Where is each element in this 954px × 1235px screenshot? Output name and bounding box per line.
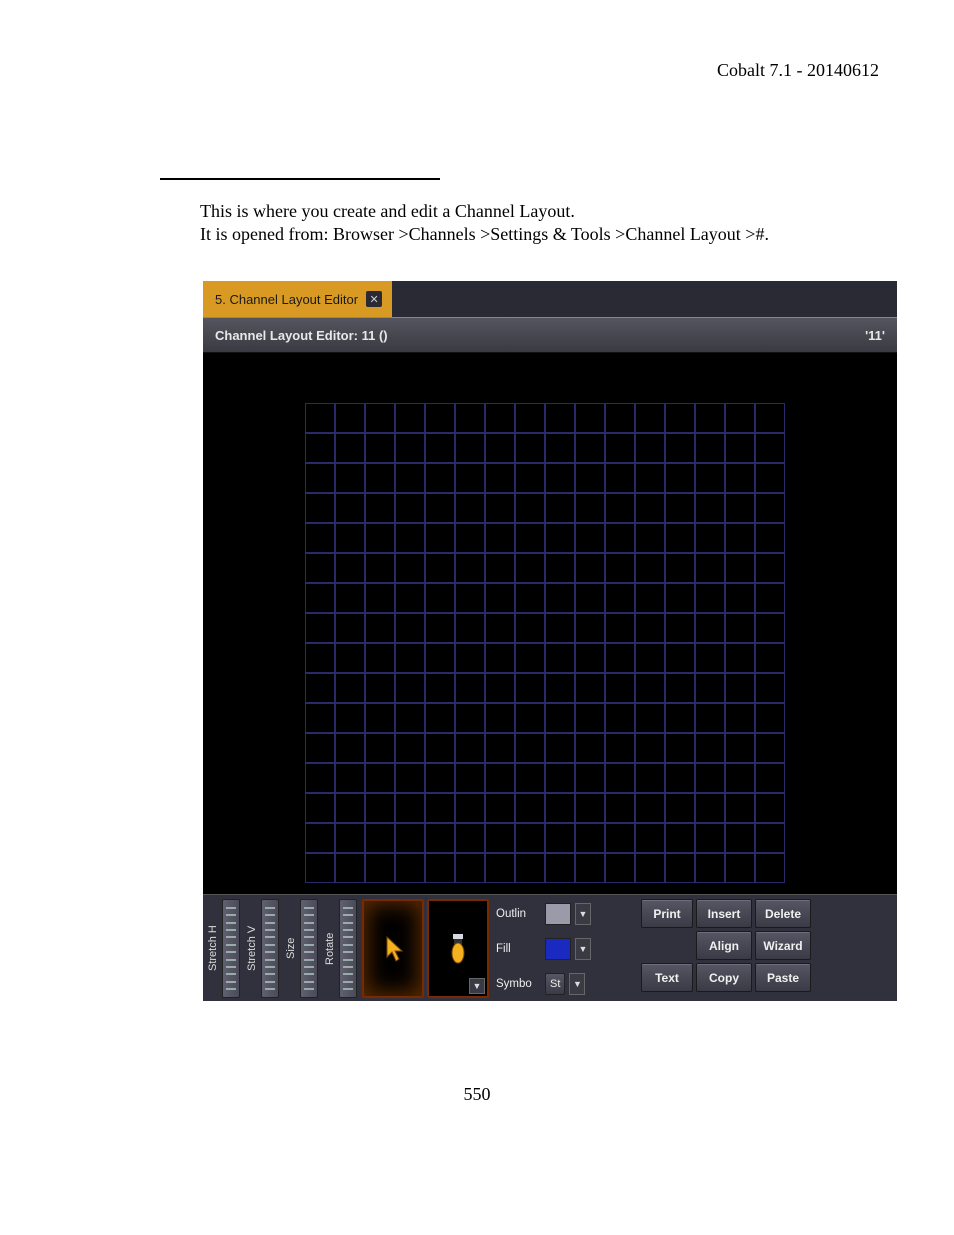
align-button[interactable]: Align xyxy=(696,931,752,960)
slider-track[interactable] xyxy=(339,899,357,998)
tool-fixture[interactable]: ▼ xyxy=(427,899,489,998)
tab-channel-layout-editor[interactable]: 5. Channel Layout Editor ✕ xyxy=(203,281,392,317)
fill-dropdown-icon[interactable]: ▼ xyxy=(575,938,591,960)
close-icon[interactable]: ✕ xyxy=(366,291,382,307)
section-divider xyxy=(160,178,440,180)
subheader-title: Channel Layout Editor: 11 () xyxy=(215,328,388,343)
symbol-value[interactable]: St xyxy=(545,973,565,995)
page-number: 550 xyxy=(0,1084,954,1105)
slider-label: Stretch H xyxy=(206,899,220,998)
fixture-icon xyxy=(449,933,467,965)
text-button[interactable]: Text xyxy=(641,963,693,992)
prop-fill: Fill ▼ xyxy=(496,934,638,963)
intro-line-1: This is where you create and edit a Chan… xyxy=(200,200,769,223)
paste-button[interactable]: Paste xyxy=(755,963,811,992)
intro-text: This is where you create and edit a Chan… xyxy=(200,200,769,245)
slider-label: Size xyxy=(284,899,298,998)
subheader-id: '11' xyxy=(865,328,885,343)
slider-size[interactable]: Size xyxy=(284,899,320,998)
tab-title: 5. Channel Layout Editor xyxy=(215,292,358,307)
channel-layout-editor-window: 5. Channel Layout Editor ✕ Channel Layou… xyxy=(203,281,897,991)
slider-label: Rotate xyxy=(323,899,337,998)
editor-subheader: Channel Layout Editor: 11 () '11' xyxy=(203,317,897,353)
layout-canvas[interactable] xyxy=(203,353,897,894)
outline-label: Outlin xyxy=(496,908,541,920)
tool-tiles: ▼ xyxy=(362,899,489,998)
fill-label: Fill xyxy=(496,943,541,955)
slider-track[interactable] xyxy=(261,899,279,998)
symbol-dropdown-icon[interactable]: ▼ xyxy=(569,973,585,995)
property-panel: Outlin ▼ Fill ▼ Symbo St ▼ xyxy=(492,899,638,998)
intro-line-2: It is opened from: Browser >Channels >Se… xyxy=(200,223,769,246)
bottom-toolbar: Stretch H Stretch V Size Rotate ▼ xyxy=(203,894,897,1001)
slider-stretch-v[interactable]: Stretch V xyxy=(245,899,281,998)
wizard-button[interactable]: Wizard xyxy=(755,931,811,960)
prop-outline: Outlin ▼ xyxy=(496,899,638,928)
delete-button[interactable]: Delete xyxy=(755,899,811,928)
tool-select[interactable] xyxy=(362,899,424,998)
page-header: Cobalt 7.1 - 20140612 xyxy=(717,60,879,81)
print-button[interactable]: Print xyxy=(641,899,693,928)
tab-strip: 5. Channel Layout Editor ✕ xyxy=(203,281,897,317)
slider-track[interactable] xyxy=(300,899,318,998)
layout-grid xyxy=(305,403,785,883)
outline-dropdown-icon[interactable]: ▼ xyxy=(575,903,591,925)
slider-track[interactable] xyxy=(222,899,240,998)
action-buttons: Print Insert Delete Align Wizard Text Co… xyxy=(641,899,811,998)
copy-button[interactable]: Copy xyxy=(696,963,752,992)
tool-dropdown-icon[interactable]: ▼ xyxy=(469,978,485,994)
slider-group: Stretch H Stretch V Size Rotate xyxy=(206,899,359,998)
prop-symbol: Symbo St ▼ xyxy=(496,969,638,998)
outline-swatch[interactable] xyxy=(545,903,571,925)
symbol-label: Symbo xyxy=(496,978,541,990)
insert-button[interactable]: Insert xyxy=(696,899,752,928)
slider-stretch-h[interactable]: Stretch H xyxy=(206,899,242,998)
slider-label: Stretch V xyxy=(245,899,259,998)
slider-rotate[interactable]: Rotate xyxy=(323,899,359,998)
fill-swatch[interactable] xyxy=(545,938,571,960)
